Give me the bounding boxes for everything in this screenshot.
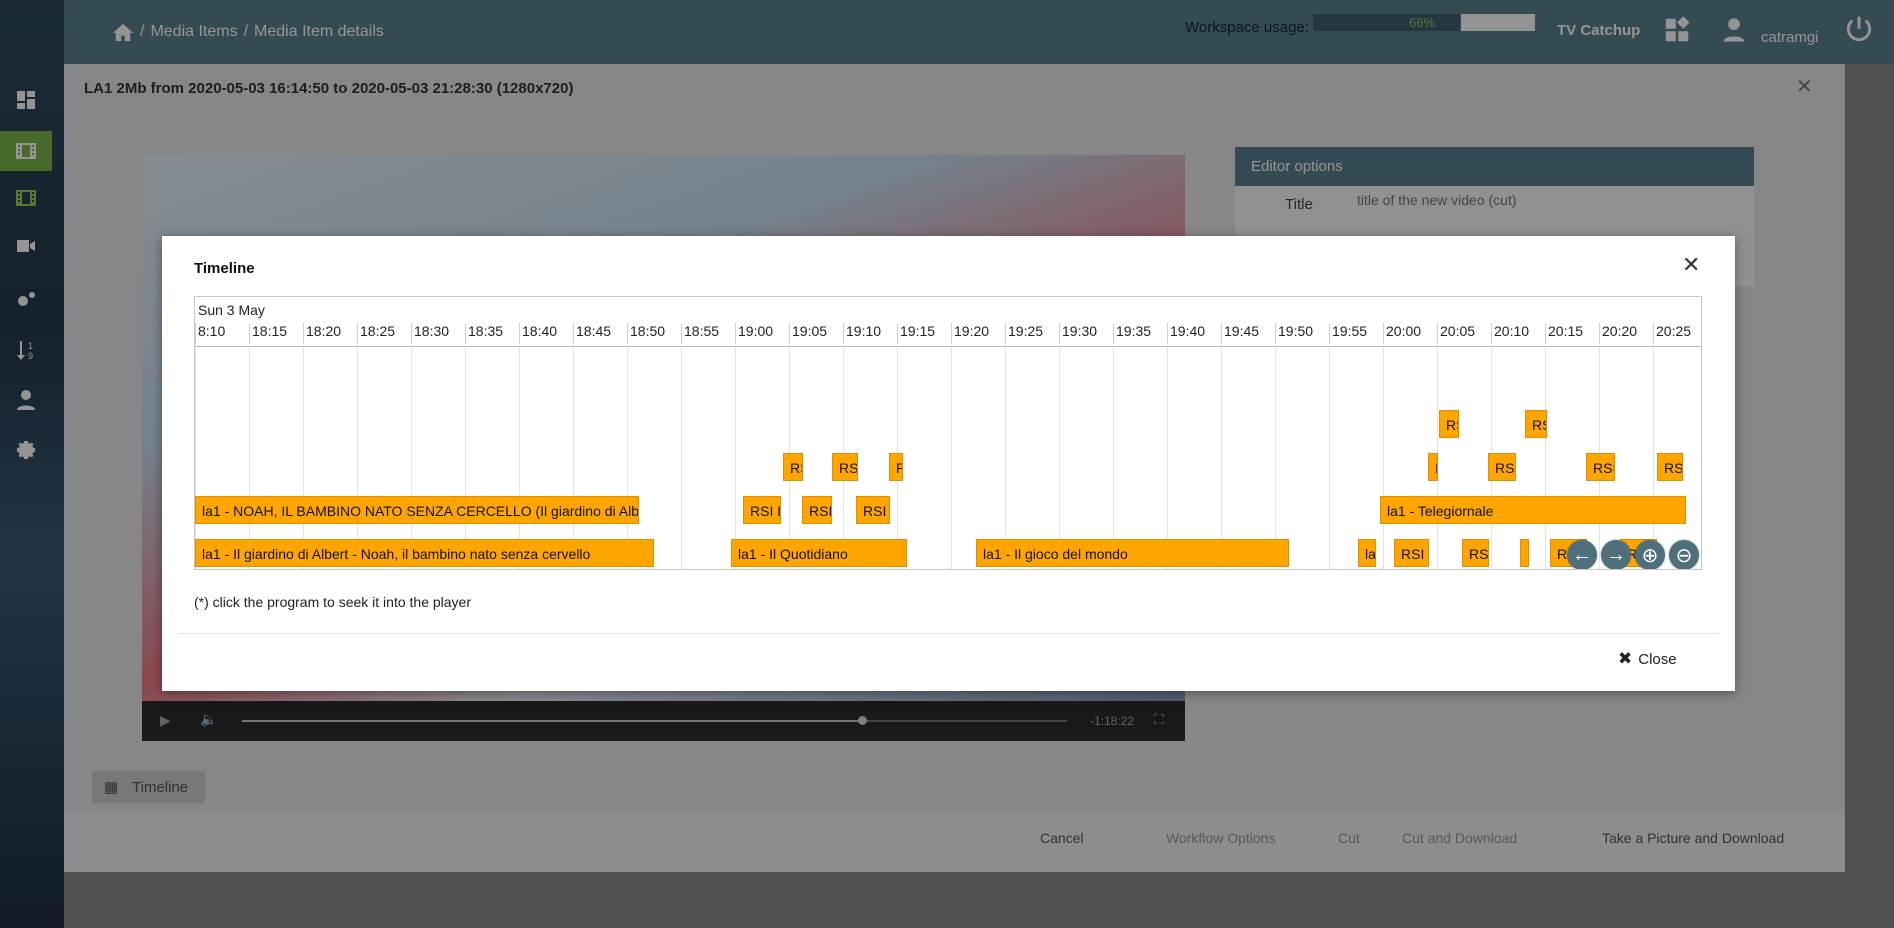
timeline-gridline	[1221, 347, 1222, 569]
timeline-program[interactable]: RSI	[1586, 453, 1615, 481]
timeline-program[interactable]: RSI	[856, 496, 890, 524]
timeline-note: (*) click the program to seek it into th…	[194, 594, 472, 610]
close-button-label: Close	[1638, 650, 1677, 668]
timeline-date: Sun 3 May	[198, 302, 265, 318]
timeline-program[interactable]: RSI	[1394, 539, 1429, 567]
timeline-gridline	[1059, 347, 1060, 569]
timeline-tick: 18:20	[303, 323, 341, 344]
timeline-program[interactable]: RS	[1525, 410, 1547, 438]
timeline-tick: 8:10	[195, 323, 225, 344]
timeline-gridline	[1545, 347, 1546, 569]
timeline-gridline	[1653, 347, 1654, 569]
timeline-tick: 19:05	[789, 323, 827, 344]
timeline-program[interactable]: R	[889, 453, 903, 481]
timeline-program[interactable]: RSI	[1488, 453, 1516, 481]
close-icon: ✖	[1618, 649, 1633, 668]
timeline-program[interactable]: I	[1428, 453, 1438, 481]
timeline-tick: 20:00	[1383, 323, 1421, 344]
timeline-program[interactable]: RSI	[802, 496, 832, 524]
timeline-tick: 18:30	[411, 323, 449, 344]
timeline-tick: 18:45	[573, 323, 611, 344]
timeline-tick: 19:10	[843, 323, 881, 344]
timeline-tick: 19:40	[1167, 323, 1205, 344]
timeline-gridline	[573, 347, 574, 569]
timeline-chart[interactable]: Sun 3 May 8:10 18:15 18:20 18:25 18:30 18:35 1…	[194, 296, 1702, 570]
timeline-program[interactable]: RS	[1657, 453, 1683, 481]
timeline-program[interactable]: la1 - Telegiornale	[1380, 496, 1686, 524]
timeline-gridline	[1275, 347, 1276, 569]
timeline-gridline	[627, 347, 628, 569]
timeline-gridline	[1113, 347, 1114, 569]
timeline-program[interactable]: RS	[1439, 410, 1459, 438]
timeline-gridline	[303, 347, 304, 569]
timeline-gridline	[1005, 347, 1006, 569]
timeline-gridline	[735, 347, 736, 569]
close-button[interactable]: ✖ Close	[1618, 649, 1677, 669]
timeline-program[interactable]: RS	[783, 453, 803, 481]
timeline-tick: 18:55	[681, 323, 719, 344]
timeline-tick: 20:10	[1491, 323, 1529, 344]
arrow-right-icon[interactable]: →	[1601, 540, 1631, 569]
timeline-tick: 18:50	[627, 323, 665, 344]
timeline-tick: 19:50	[1275, 323, 1313, 344]
timeline-tick: 20:20	[1599, 323, 1637, 344]
zoom-out-icon[interactable]: ⊖	[1669, 540, 1699, 569]
timeline-gridline	[195, 347, 196, 569]
timeline-tick: 19:20	[951, 323, 989, 344]
timeline-tick: 19:30	[1059, 323, 1097, 344]
zoom-in-icon[interactable]: ⊕	[1635, 540, 1665, 569]
timeline-program[interactable]: RS	[1462, 539, 1489, 567]
timeline-tick: 19:45	[1221, 323, 1259, 344]
timeline-tick: 20:15	[1545, 323, 1583, 344]
timeline-program[interactable]: la1 - Il giardino di Albert - Noah, il b…	[195, 539, 654, 567]
modal-title: Timeline	[194, 260, 255, 277]
timeline-tick: 19:25	[1005, 323, 1043, 344]
timeline-program[interactable]: la1 - Il gioco del mondo	[976, 539, 1289, 567]
timeline-gridline	[249, 347, 250, 569]
timeline-gridline	[411, 347, 412, 569]
timeline-gridline	[681, 347, 682, 569]
arrow-left-icon[interactable]: ←	[1567, 540, 1597, 569]
timeline-axis: 8:10 18:15 18:20 18:25 18:30 18:35 18:40 18:45 1…	[195, 323, 1701, 347]
timeline-program[interactable]: RS	[832, 453, 858, 481]
timeline-tick: 18:35	[465, 323, 503, 344]
timeline-tick: 18:25	[357, 323, 395, 344]
timeline-tick: 20:05	[1437, 323, 1475, 344]
timeline-modal: Timeline ✕ Sun 3 May 8:10 18:15 18:20 18:25…	[162, 236, 1735, 691]
timeline-gridline	[1167, 347, 1168, 569]
timeline-gridline	[519, 347, 520, 569]
timeline-tick: 19:35	[1113, 323, 1151, 344]
modal-divider	[178, 633, 1719, 634]
timeline-tick: 19:00	[735, 323, 773, 344]
timeline-program[interactable]: la1 - NOAH, IL BAMBINO NATO SENZA CERCEL…	[195, 496, 639, 524]
timeline-gridline	[1329, 347, 1330, 569]
timeline-tick: 18:40	[519, 323, 557, 344]
timeline-tick: 19:15	[897, 323, 935, 344]
timeline-gridline	[357, 347, 358, 569]
close-icon[interactable]: ✕	[1682, 252, 1700, 278]
timeline-program[interactable]: la	[1358, 539, 1376, 567]
timeline-tick: 18:15	[249, 323, 287, 344]
timeline-gridline	[1383, 347, 1384, 569]
timeline-tick: 19:55	[1329, 323, 1367, 344]
timeline-program[interactable]: la1 - Il Quotidiano	[731, 539, 907, 567]
timeline-gridline	[465, 347, 466, 569]
timeline-program[interactable]	[1520, 539, 1529, 567]
timeline-program[interactable]: RSI L	[743, 496, 781, 524]
timeline-tick: 20:25	[1653, 323, 1691, 344]
timeline-gridline	[951, 347, 952, 569]
